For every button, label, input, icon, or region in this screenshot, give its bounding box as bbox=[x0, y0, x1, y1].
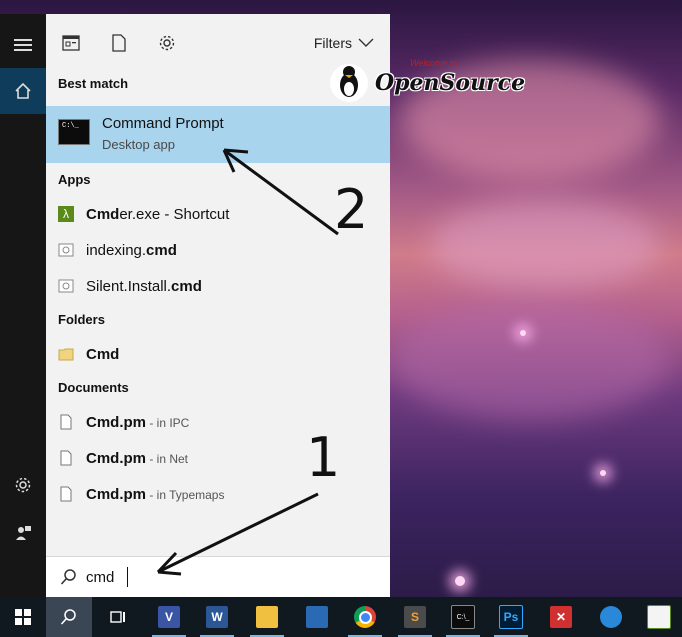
xmind-icon: ✕ bbox=[550, 606, 572, 628]
word-icon: W bbox=[206, 606, 228, 628]
taskbar-globe-app[interactable] bbox=[588, 597, 634, 637]
task-view-icon bbox=[110, 611, 125, 623]
taskbar-photoshop[interactable]: Ps bbox=[488, 597, 534, 637]
task-view-button[interactable] bbox=[94, 597, 140, 637]
taskbar-command-prompt[interactable]: C:\_ bbox=[440, 597, 486, 637]
command-prompt-icon: C:\_ bbox=[451, 605, 475, 629]
annotation-arrows bbox=[156, 148, 339, 576]
taskbar-network-app[interactable] bbox=[294, 597, 340, 637]
visio-icon: V bbox=[158, 606, 180, 628]
sublime-icon: S bbox=[404, 606, 426, 628]
taskbar-chrome[interactable] bbox=[342, 597, 388, 637]
globe-icon bbox=[600, 606, 622, 628]
chrome-icon bbox=[354, 606, 376, 628]
taskbar-file-explorer[interactable] bbox=[244, 597, 290, 637]
annotation-number-2: 2 bbox=[334, 178, 369, 241]
taskbar-visio[interactable]: V bbox=[146, 597, 192, 637]
taskbar-xmind[interactable]: ✕ bbox=[538, 597, 584, 637]
search-icon bbox=[60, 609, 76, 625]
annotation-number-1: 1 bbox=[306, 426, 341, 489]
taskbar-chart-app[interactable] bbox=[636, 597, 682, 637]
windows-logo-icon bbox=[15, 609, 31, 625]
chart-app-icon bbox=[647, 605, 671, 629]
taskbar: V W S C:\_ Ps ✕ bbox=[0, 597, 682, 637]
start-button[interactable] bbox=[0, 597, 46, 637]
photoshop-icon: Ps bbox=[499, 605, 523, 629]
folder-icon bbox=[256, 606, 278, 628]
taskbar-word[interactable]: W bbox=[194, 597, 240, 637]
taskbar-sublime[interactable]: S bbox=[392, 597, 438, 637]
network-icon bbox=[306, 606, 328, 628]
taskbar-search-button[interactable] bbox=[46, 597, 92, 637]
